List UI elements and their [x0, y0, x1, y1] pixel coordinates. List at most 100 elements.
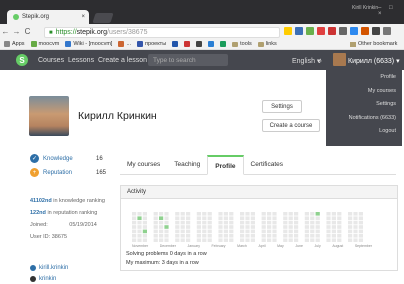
activity-months: November December January February March Apri… — [132, 244, 372, 248]
heatmap-cell — [288, 220, 293, 225]
heatmap-cell — [164, 238, 169, 242]
tab-close-icon[interactable]: × — [81, 14, 85, 20]
bookmark-wiki[interactable]: Wiki - [moocvm] — [65, 41, 112, 47]
heatmap-cell — [250, 212, 255, 216]
heatmap-cell — [137, 212, 142, 216]
heatmap-cell — [310, 220, 315, 225]
bookmark-more[interactable]: ... — [118, 41, 131, 47]
heatmap-cell — [159, 238, 164, 242]
heatmap-cell — [132, 238, 137, 242]
bookmark-apps[interactable]: Apps — [4, 41, 25, 47]
heatmap-cell — [180, 216, 185, 220]
search-input[interactable]: Type to search — [148, 54, 228, 66]
bookmark-icon[interactable] — [220, 41, 227, 47]
window-controls[interactable]: – □ × — [378, 5, 404, 17]
heatmap-cell — [315, 238, 320, 242]
tab-profile[interactable]: Profile — [207, 155, 244, 175]
heatmap-cell — [358, 216, 363, 220]
activity-heatmap — [132, 212, 363, 242]
bookmark-icon[interactable] — [208, 41, 215, 47]
heatmap-cell — [186, 238, 191, 242]
heatmap-cell — [175, 225, 180, 229]
settings-button[interactable]: Settings — [262, 100, 302, 113]
heatmap-cell — [229, 225, 234, 229]
dropdown-notifications[interactable]: Notifications (6633) — [326, 115, 396, 129]
extension-icon[interactable] — [295, 27, 303, 35]
nav-courses[interactable]: Courses — [38, 57, 64, 64]
dropdown-logout[interactable]: Logout — [326, 128, 396, 142]
heatmap-cell — [315, 225, 320, 229]
bookmarks-bar: Apps moocvm Wiki - [moocvm] ... проекты … — [0, 39, 404, 50]
heatmap-cell — [310, 229, 315, 234]
social-link-2[interactable]: krinkin — [30, 276, 56, 282]
bookmark-moocvm[interactable]: moocvm — [30, 41, 59, 47]
reputation-row[interactable]: + Reputation 165 — [30, 168, 106, 177]
extension-icon[interactable] — [317, 27, 325, 35]
address-bar[interactable]: ■ https://stepik.org/users/38675 — [44, 27, 280, 38]
heatmap-cell — [288, 234, 293, 238]
heatmap-cell — [331, 212, 336, 216]
heatmap-cell — [164, 225, 169, 229]
bookmark-tools[interactable]: tools — [232, 41, 252, 47]
heatmap-cell — [229, 238, 234, 242]
dropdown-my-courses[interactable]: My courses — [326, 88, 396, 102]
heatmap-cell — [353, 212, 358, 216]
tab-my-courses[interactable]: My courses — [120, 155, 167, 175]
heatmap-cell — [229, 234, 234, 238]
heatmap-cell — [240, 234, 245, 238]
nav-lessons[interactable]: Lessons — [68, 57, 94, 64]
bookmark-icon[interactable] — [184, 41, 191, 47]
heatmap-cell — [186, 229, 191, 234]
dropdown-profile[interactable]: Profile — [326, 74, 396, 88]
create-course-button[interactable]: Create a course — [262, 119, 320, 132]
heatmap-cell — [202, 220, 207, 225]
nav-create-lesson[interactable]: Create a lesson — [98, 57, 147, 64]
menu-icon[interactable] — [383, 27, 391, 35]
user-menu[interactable]: Кирилл (6633) ▾ — [348, 57, 400, 65]
heatmap-cell — [153, 234, 158, 238]
heatmap-cell — [353, 216, 358, 220]
avatar[interactable] — [333, 53, 346, 66]
heatmap-cell — [229, 229, 234, 234]
bookmark-icon[interactable] — [172, 41, 179, 47]
bookmark-links[interactable]: links — [257, 41, 277, 47]
back-arrow-icon[interactable]: ← — [0, 27, 11, 36]
language-select[interactable]: English ▾ — [292, 57, 320, 65]
extension-icon[interactable] — [306, 27, 314, 35]
heatmap-cell — [283, 216, 288, 220]
heatmap-cell — [358, 212, 363, 216]
social-link-1[interactable]: kirill.krinkin — [30, 265, 68, 271]
dropdown-settings[interactable]: Settings — [326, 101, 396, 115]
heatmap-cell — [196, 220, 201, 225]
tab-certificates[interactable]: Certificates — [244, 155, 291, 175]
extension-icon[interactable] — [350, 27, 358, 35]
forward-arrow-icon[interactable]: → — [11, 27, 22, 36]
heatmap-cell — [186, 212, 191, 216]
heatmap-cell — [294, 229, 299, 234]
extension-icon[interactable] — [339, 27, 347, 35]
heatmap-cell — [223, 238, 228, 242]
extension-icon[interactable] — [372, 27, 380, 35]
heatmap-cell — [294, 212, 299, 216]
knowledge-row[interactable]: ✓ Knowledge 16 — [30, 154, 103, 163]
reload-icon[interactable]: C — [22, 27, 33, 36]
extension-icon[interactable] — [361, 27, 369, 35]
other-bookmarks[interactable]: Other bookmark — [350, 41, 397, 47]
bookmark-projects[interactable]: проекты — [137, 41, 166, 47]
browser-tab[interactable]: Stepik.org × — [7, 10, 89, 24]
heatmap-cell — [272, 234, 277, 238]
bell-icon[interactable]: ♪ — [318, 56, 322, 65]
heatmap-cell — [337, 220, 342, 225]
heatmap-cell — [153, 238, 158, 242]
extension-icon[interactable] — [328, 27, 336, 35]
star-icon[interactable] — [284, 27, 292, 35]
tab-teaching[interactable]: Teaching — [167, 155, 207, 175]
heatmap-cell — [196, 225, 201, 229]
heatmap-cell — [202, 225, 207, 229]
heatmap-cell — [153, 229, 158, 234]
new-tab-button[interactable] — [92, 13, 114, 23]
stepik-logo[interactable]: S — [16, 54, 28, 66]
heatmap-cell — [315, 212, 320, 216]
heatmap-cell — [186, 216, 191, 220]
bookmark-icon[interactable] — [196, 41, 203, 47]
